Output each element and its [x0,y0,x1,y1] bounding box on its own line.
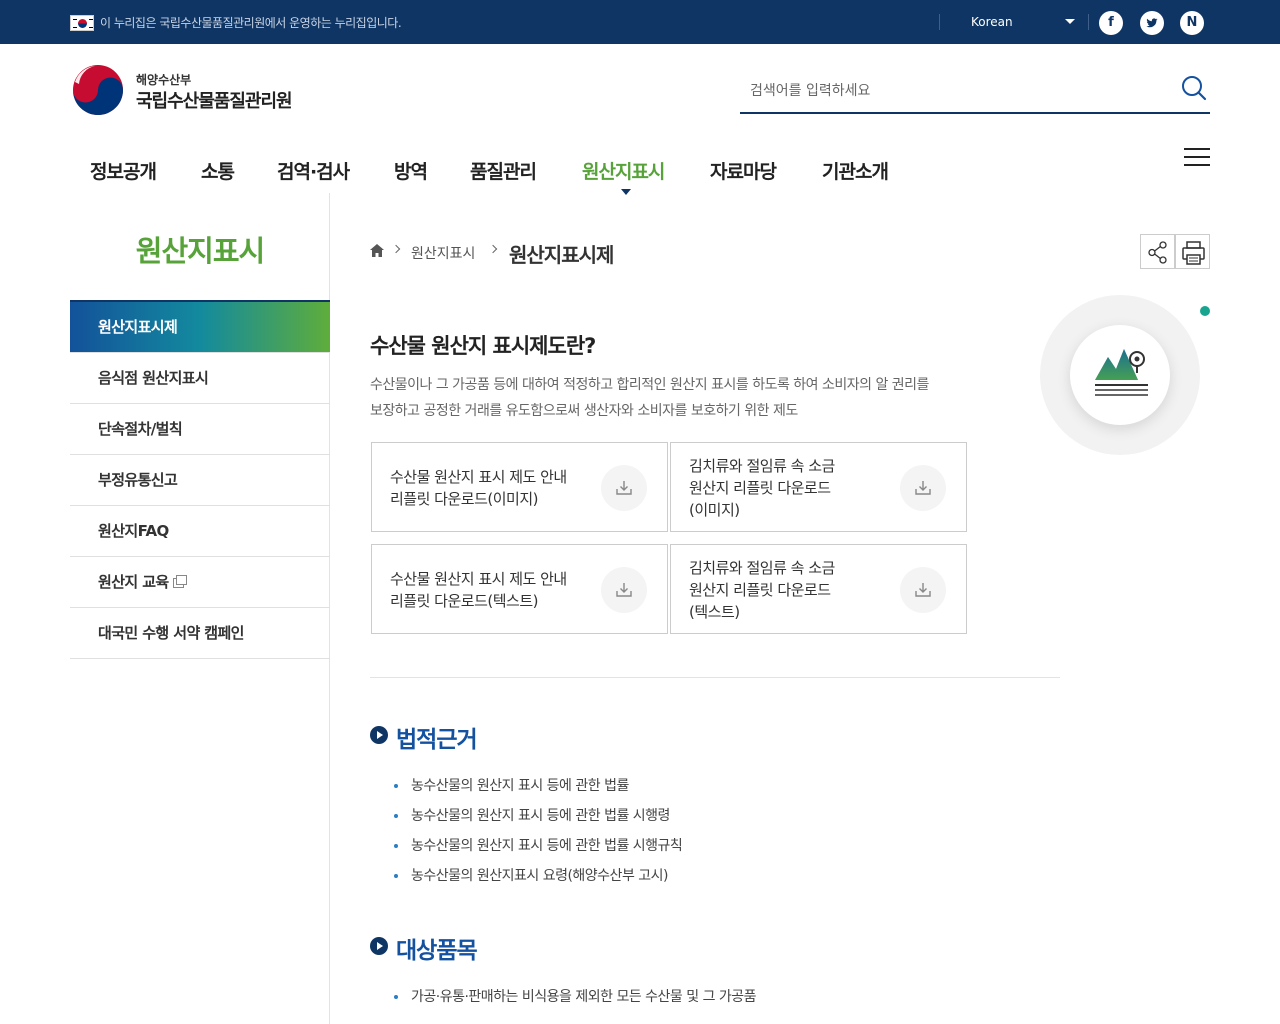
content-title: 수산물 원산지 표시제도란? [370,334,596,358]
sidebar-item-label: 부정유통신고 [98,471,178,489]
origin-mountain-illustration [1070,325,1170,425]
search-bar [740,70,1210,114]
download-button[interactable] [900,465,946,511]
sidebar-item-label: 원산지 교육 [98,573,169,591]
search-icon[interactable] [1180,74,1208,102]
breadcrumb-item[interactable]: 원산지표시 [411,243,475,263]
government-emblem-logo[interactable] [72,64,124,116]
chevron-right-icon [391,244,401,254]
download-button[interactable] [601,465,647,511]
sidebar-title: 원산지표시 [135,234,265,268]
sidebar-item-label: 대국민 수행 서약 캠페인 [98,624,244,642]
sidebar-item-label: 원산지FAQ [98,522,169,540]
search-input[interactable] [750,80,1170,102]
sidebar-item-education[interactable]: 원산지 교육 [70,557,330,608]
download-card[interactable]: 수산물 원산지 표시 제도 안내 리플릿 다운로드(이미지) [371,442,668,532]
mountain-location-icon [1095,349,1148,396]
decorative-dot [1200,306,1210,316]
gnb-item-communication[interactable]: 소통 [201,157,235,184]
share-button[interactable] [1140,234,1175,269]
gnb-item-resources[interactable]: 자료마당 [710,157,777,184]
site-title[interactable]: 국립수산물품질관리원 [136,87,293,113]
sidebar-item-label: 단속절차/벌칙 [98,420,183,438]
sidebar-item-report[interactable]: 부정유통신고 [70,455,330,506]
section-title-legal-basis: 법적근거 [396,727,478,753]
section-bullet-icon [370,937,388,955]
sidebar-item-enforcement[interactable]: 단속절차/벌칙 [70,404,330,455]
download-card-label: 수산물 원산지 표시 제도 안내 리플릿 다운로드(텍스트) [390,570,567,610]
page-title: 원산지표시제 [509,243,614,267]
home-icon[interactable] [370,244,384,257]
section-title-target-items: 대상품목 [396,938,478,964]
list-item[interactable]: 농수산물의 원산지 표시 등에 관한 법률 시행령 [394,805,682,835]
twitter-icon[interactable] [1140,11,1164,35]
divider [1088,14,1089,30]
language-select[interactable]: Korean [971,15,1013,29]
gnb-item-inspection[interactable]: 검역·검사 [277,157,350,184]
sidebar-item-label: 원산지표시제 [98,318,178,336]
sidebar-item-origin-system[interactable]: 원산지표시제 [70,302,330,353]
list-item[interactable]: 농수산물의 원산지 표시 등에 관한 법률 [394,775,682,805]
print-button[interactable] [1175,234,1210,269]
download-card[interactable]: 김치류와 절임류 속 소금 원산지 리플릿 다운로드 (이미지) [670,442,967,532]
download-icon [915,481,931,495]
naver-blog-icon[interactable]: N [1180,11,1204,35]
chevron-down-icon[interactable] [1065,19,1075,24]
target-items-list: 가공·유통·판매하는 비식용을 제외한 모든 수산물 및 그 가공품 [394,986,757,1016]
printer-icon [1182,241,1205,265]
list-item[interactable]: 농수산물의 원산지 표시 등에 관한 법률 시행규칙 [394,835,683,865]
new-window-icon [172,575,187,588]
sidebar-menu: 원산지표시제 음식점 원산지표시 단속절차/벌칙 부정유통신고 원산지FAQ 원… [70,300,330,659]
list-item[interactable]: 농수산물의 원산지표시 요령(해양수산부 고시) [394,865,682,895]
korea-flag-icon [70,15,94,31]
ministry-name: 해양수산부 [136,73,192,87]
section-bullet-icon [370,726,388,744]
divider [939,14,940,30]
government-site-notice: 이 누리집은 국립수산물품질관리원에서 운영하는 누리집입니다. [100,16,402,30]
sidebar-item-campaign[interactable]: 대국민 수행 서약 캠페인 [70,608,330,659]
section-divider [370,677,1060,678]
download-button[interactable] [601,567,647,613]
download-card[interactable]: 김치류와 절임류 속 소금 원산지 리플릿 다운로드 (텍스트) [670,544,967,634]
download-button[interactable] [900,567,946,613]
facebook-icon[interactable]: f [1099,11,1123,35]
content-description: 수산물이나 그 가공품 등에 대하여 적정하고 합리적인 원산지 표시를 하도록… [370,377,929,419]
download-card-label: 수산물 원산지 표시 제도 안내 리플릿 다운로드(이미지) [390,468,567,508]
download-icon [915,583,931,597]
legal-basis-list: 농수산물의 원산지 표시 등에 관한 법률 농수산물의 원산지 표시 등에 관한… [394,775,683,895]
gnb-item-origin-labeling[interactable]: 원산지표시 [582,157,665,184]
list-item: 가공·유통·판매하는 비식용을 제외한 모든 수산물 및 그 가공품 [394,986,757,1016]
download-icon [616,481,632,495]
sidebar-item-label: 음식점 원산지표시 [98,369,209,387]
gnb-item-quality[interactable]: 품질관리 [470,157,537,184]
share-icon [1148,241,1167,264]
download-card-label: 김치류와 절임류 속 소금 원산지 리플릿 다운로드 (텍스트) [689,559,835,621]
top-utility-bar: 이 누리집은 국립수산물품질관리원에서 운영하는 누리집입니다. Korean … [0,0,1280,44]
download-card-label: 김치류와 절임류 속 소금 원산지 리플릿 다운로드 (이미지) [689,457,835,519]
sidebar-item-faq[interactable]: 원산지FAQ [70,506,330,557]
sidebar-item-restaurant-origin[interactable]: 음식점 원산지표시 [70,353,330,404]
download-card[interactable]: 수산물 원산지 표시 제도 안내 리플릿 다운로드(텍스트) [371,544,668,634]
download-icon [616,583,632,597]
gnb-item-quarantine[interactable]: 방역 [394,157,428,184]
gnb-item-about[interactable]: 기관소개 [822,157,889,184]
all-menu-icon[interactable] [1184,146,1210,168]
chevron-right-icon [488,244,498,254]
active-indicator [621,189,631,195]
gnb-item-info-disclosure[interactable]: 정보공개 [90,157,157,184]
